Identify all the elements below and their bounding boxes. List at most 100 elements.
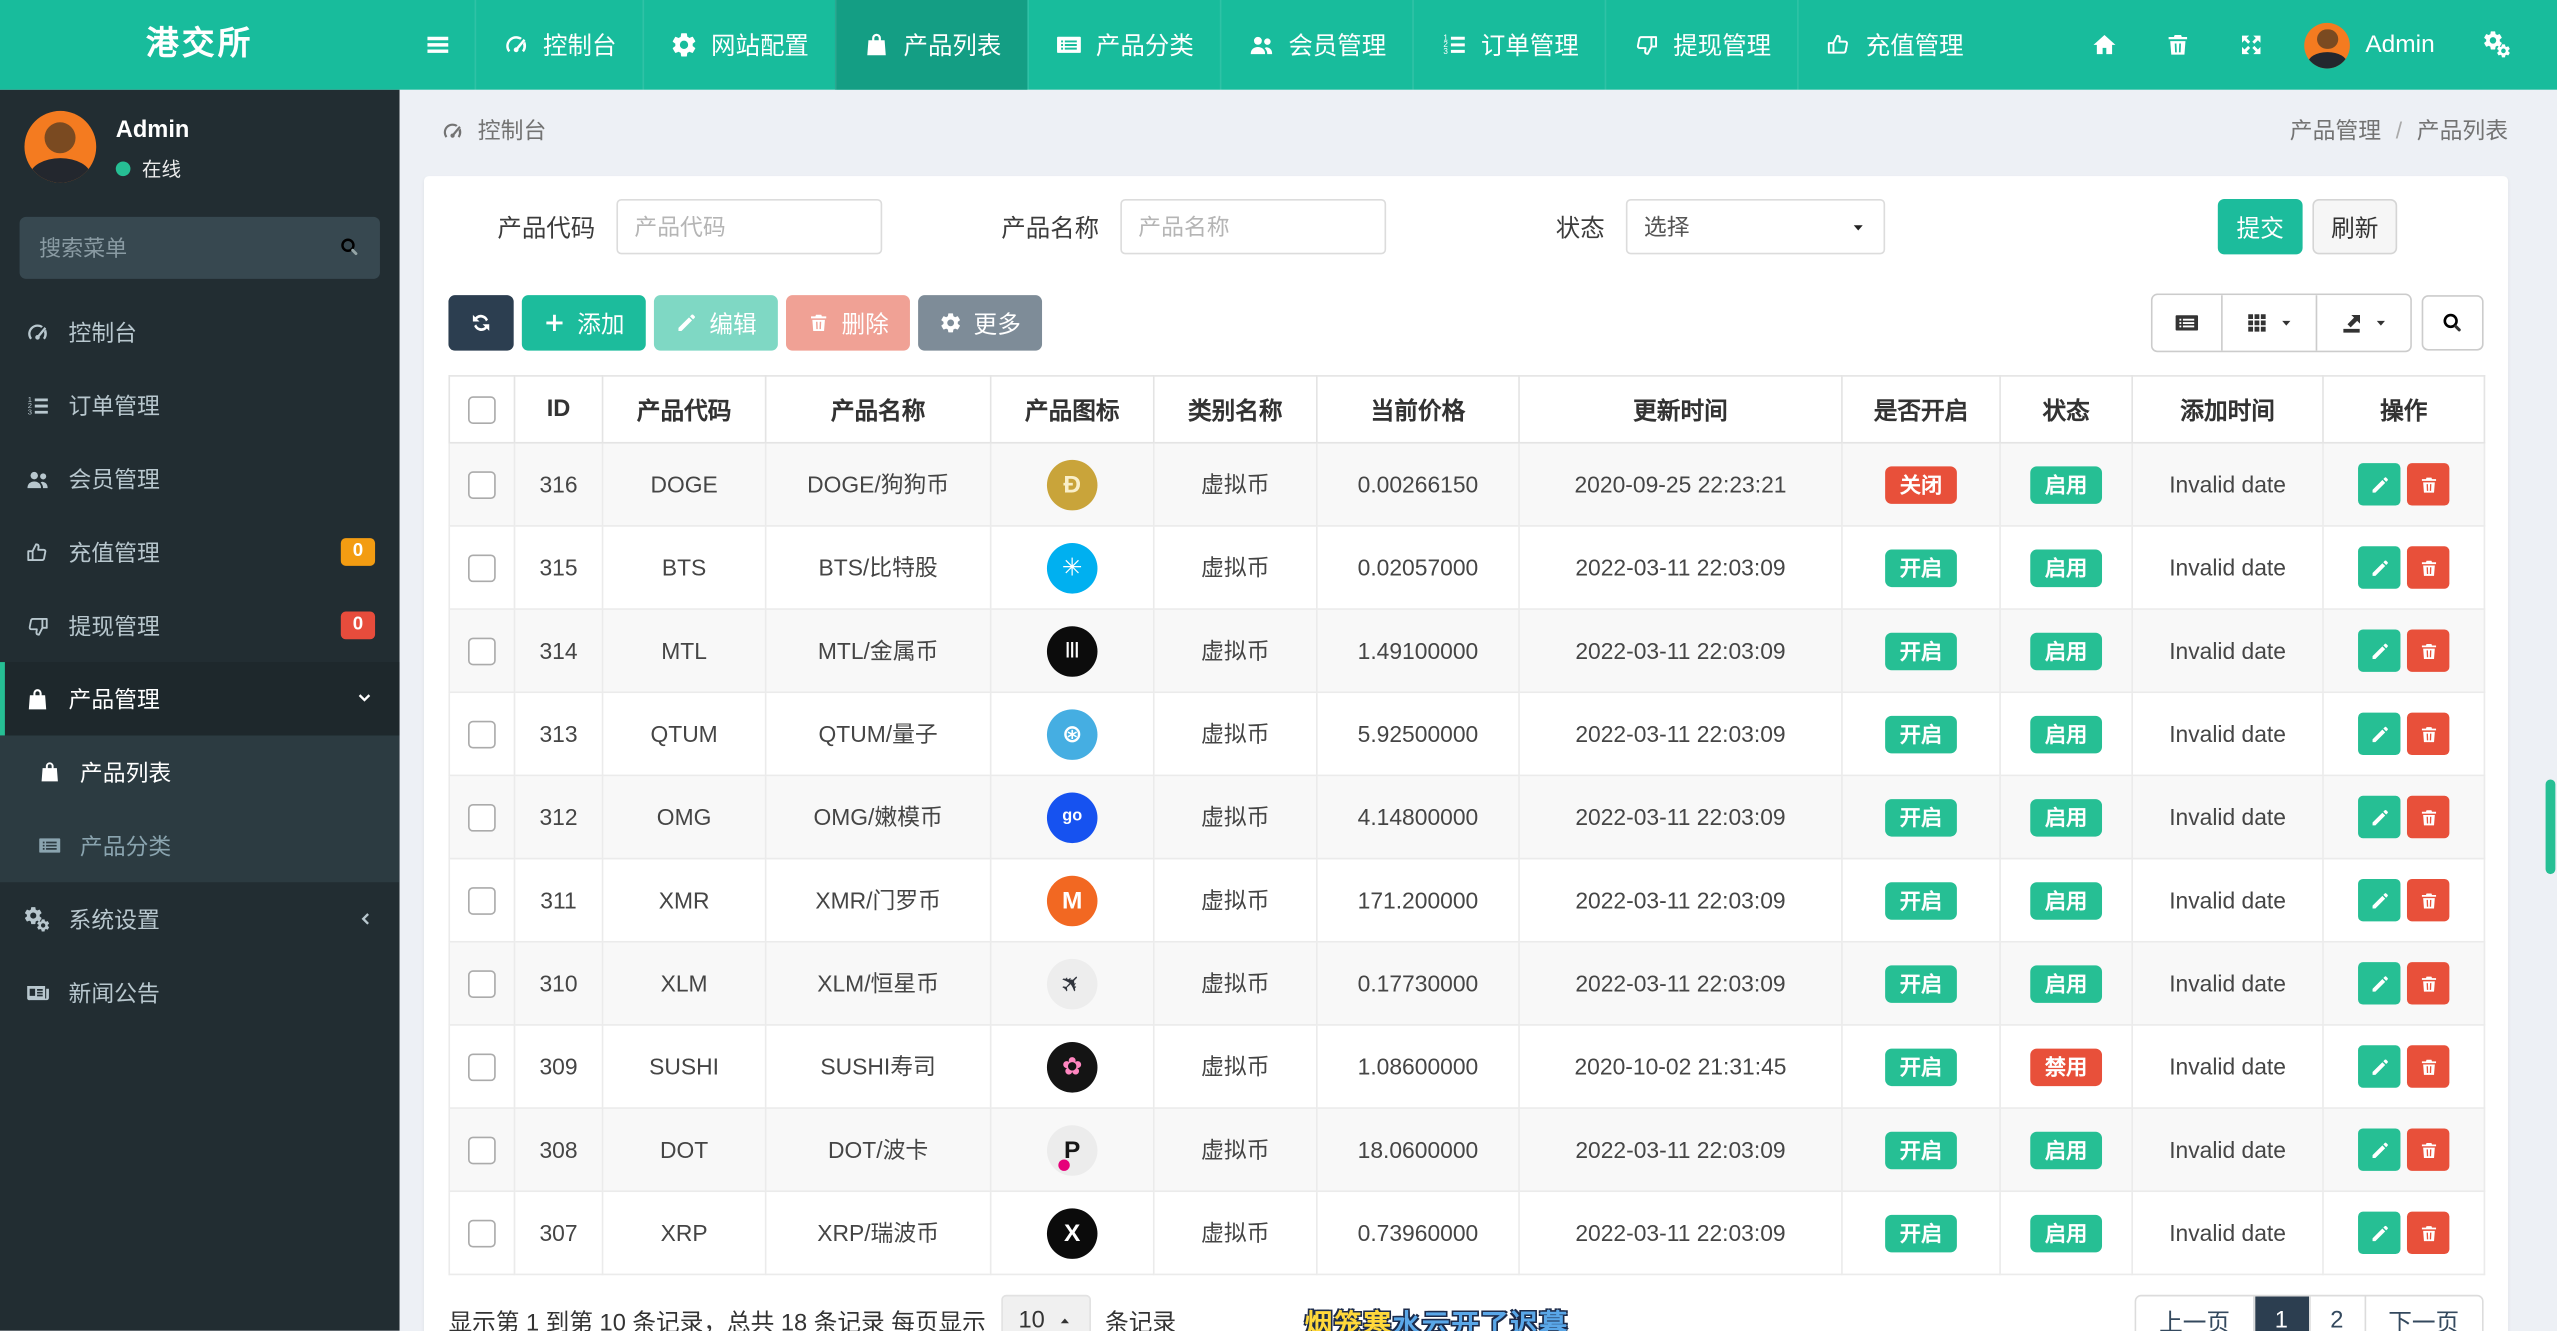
- watermark: 烟笼寒水云开了迟暮: [1305, 1301, 1569, 1331]
- name-filter-input[interactable]: [1120, 199, 1386, 254]
- home-button[interactable]: [2069, 0, 2142, 90]
- edit-button[interactable]: [2358, 1045, 2400, 1087]
- more-button[interactable]: 更多: [918, 295, 1042, 350]
- delete-button[interactable]: [2407, 713, 2449, 755]
- nav-tab-7[interactable]: 充值管理: [1797, 0, 1989, 90]
- delete-button[interactable]: [2407, 879, 2449, 921]
- user-avatar[interactable]: [2305, 22, 2351, 68]
- sidebar-item-0[interactable]: 控制台: [0, 295, 400, 368]
- edit-button[interactable]: [2358, 1128, 2400, 1170]
- sidebar-item-6[interactable]: 系统设置: [0, 882, 400, 955]
- cell-code: OMG: [603, 775, 766, 858]
- delete-button-toolbar[interactable]: 删除: [786, 295, 910, 350]
- paging-toggle-button[interactable]: [2153, 295, 2221, 350]
- edit-button[interactable]: [2358, 629, 2400, 671]
- delete-button[interactable]: [2407, 629, 2449, 671]
- row-checkbox[interactable]: [468, 470, 496, 498]
- search-toggle-button[interactable]: [2422, 295, 2484, 350]
- delete-button[interactable]: [2407, 962, 2449, 1004]
- row-checkbox[interactable]: [468, 1219, 496, 1247]
- cell-added: Invalid date: [2132, 1108, 2323, 1191]
- page-button-1[interactable]: 1: [2253, 1296, 2308, 1331]
- sidebar-item-4[interactable]: 提现管理0: [0, 589, 400, 662]
- page-button-0[interactable]: 上一页: [2136, 1296, 2253, 1331]
- column-header-5: 当前价格: [1317, 376, 1519, 443]
- cell-updated: 2022-03-11 22:03:09: [1519, 692, 1842, 775]
- edit-button[interactable]: [2358, 463, 2400, 505]
- fullscreen-button[interactable]: [2215, 0, 2288, 90]
- status-badge: 启用: [2030, 632, 2102, 670]
- edit-button-toolbar[interactable]: 编辑: [654, 295, 778, 350]
- user-menu[interactable]: Admin: [2365, 31, 2434, 59]
- add-button[interactable]: 添加: [522, 295, 646, 350]
- nav-tab-6[interactable]: 提现管理: [1605, 0, 1797, 90]
- row-checkbox[interactable]: [468, 1053, 496, 1081]
- cell-category: 虚拟币: [1154, 942, 1317, 1025]
- sidebar-subitem-1[interactable]: 产品分类: [0, 809, 400, 882]
- nav-tab-4[interactable]: 会员管理: [1220, 0, 1412, 90]
- sidebar-item-7[interactable]: 新闻公告: [0, 956, 400, 1029]
- gear-icon: [670, 31, 698, 59]
- page-size-select[interactable]: 10: [1001, 1295, 1091, 1331]
- edit-button[interactable]: [2358, 879, 2400, 921]
- delete-button[interactable]: [2407, 796, 2449, 838]
- sidebar-item-5[interactable]: 产品管理: [0, 662, 400, 735]
- nav-tab-1[interactable]: 网站配置: [643, 0, 835, 90]
- row-checkbox[interactable]: [468, 969, 496, 997]
- search-icon[interactable]: [338, 235, 362, 259]
- status-badge: 启用: [2030, 466, 2102, 504]
- sidebar-toggle[interactable]: [400, 0, 475, 90]
- delete-button[interactable]: [2407, 546, 2449, 588]
- reload-button[interactable]: [448, 295, 513, 350]
- sidebar-search-input[interactable]: [20, 217, 380, 279]
- sidebar-item-1[interactable]: 订单管理: [0, 369, 400, 442]
- row-checkbox[interactable]: [468, 554, 496, 582]
- sidebar-subitem-0[interactable]: 产品列表: [0, 735, 400, 808]
- nav-tab-0[interactable]: 控制台: [475, 0, 643, 90]
- edit-button[interactable]: [2358, 796, 2400, 838]
- row-checkbox[interactable]: [468, 637, 496, 665]
- settings-button[interactable]: [2461, 0, 2534, 90]
- submit-button[interactable]: 提交: [2218, 199, 2303, 254]
- breadcrumb-left[interactable]: 控制台: [478, 114, 546, 147]
- sidebar-menu: 控制台订单管理会员管理充值管理0提现管理0产品管理产品列表产品分类系统设置新闻公…: [0, 295, 400, 1029]
- caret-down-icon: [1849, 218, 1867, 236]
- delete-button[interactable]: [2407, 1128, 2449, 1170]
- edit-button[interactable]: [2358, 962, 2400, 1004]
- breadcrumb-parent[interactable]: 产品管理: [2290, 114, 2381, 147]
- sidebar-item-3[interactable]: 充值管理0: [0, 515, 400, 588]
- edit-button[interactable]: [2358, 546, 2400, 588]
- select-all-checkbox[interactable]: [468, 395, 496, 423]
- list-ol-icon: [24, 392, 50, 418]
- cell-ops: [2323, 859, 2484, 942]
- sidebar-item-2[interactable]: 会员管理: [0, 442, 400, 515]
- coin-icon: ✈: [1047, 958, 1098, 1009]
- brand-logo[interactable]: 港交所: [0, 0, 400, 90]
- delete-button[interactable]: [2407, 463, 2449, 505]
- edit-button[interactable]: [2358, 1212, 2400, 1254]
- nav-tab-5[interactable]: 订单管理: [1412, 0, 1604, 90]
- cell-updated: 2022-03-11 22:03:09: [1519, 859, 1842, 942]
- nav-tab-3[interactable]: 产品分类: [1027, 0, 1219, 90]
- trash-button[interactable]: [2142, 0, 2215, 90]
- cell-id: 310: [514, 942, 602, 1025]
- edit-button[interactable]: [2358, 713, 2400, 755]
- columns-button[interactable]: [2221, 295, 2316, 350]
- page-button-3[interactable]: 下一页: [2364, 1296, 2482, 1331]
- scrollbar-thumb[interactable]: [2546, 779, 2556, 874]
- sidebar-user-status: 在线: [116, 155, 190, 183]
- code-filter-input[interactable]: [616, 199, 882, 254]
- delete-button[interactable]: [2407, 1045, 2449, 1087]
- nav-tab-2[interactable]: 产品列表: [835, 0, 1027, 90]
- status-filter-select[interactable]: 选择: [1626, 199, 1885, 254]
- refresh-button[interactable]: 刷新: [2312, 199, 2397, 254]
- row-checkbox[interactable]: [468, 886, 496, 914]
- delete-button[interactable]: [2407, 1212, 2449, 1254]
- row-checkbox[interactable]: [468, 803, 496, 831]
- row-checkbox[interactable]: [468, 1136, 496, 1164]
- trash-icon: [2165, 31, 2193, 59]
- export-button[interactable]: [2316, 295, 2411, 350]
- page-button-2[interactable]: 2: [2308, 1296, 2363, 1331]
- row-checkbox[interactable]: [468, 720, 496, 748]
- open-badge: 开启: [1885, 632, 1957, 670]
